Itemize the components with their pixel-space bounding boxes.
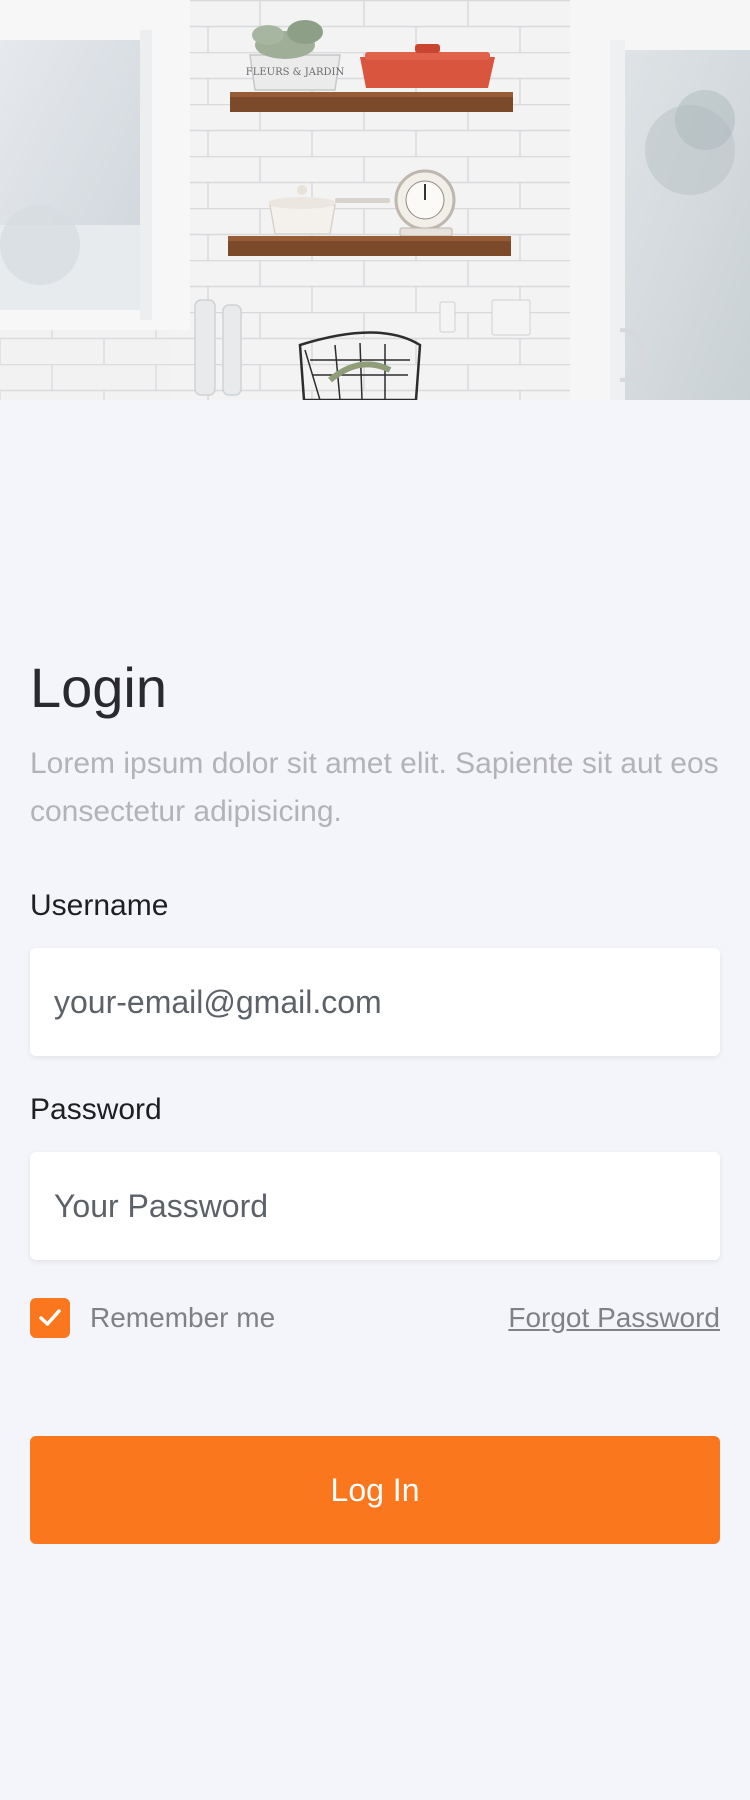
check-icon — [39, 1309, 61, 1326]
remember-label[interactable]: Remember me — [90, 1300, 275, 1336]
page-title: Login — [30, 656, 168, 719]
remember-checkbox[interactable] — [30, 1298, 70, 1338]
password-input[interactable] — [30, 1152, 720, 1260]
username-input[interactable] — [30, 948, 720, 1056]
password-label: Password — [30, 1093, 162, 1126]
page-subtitle: Lorem ipsum dolor sit amet elit. Sapient… — [30, 747, 719, 828]
login-form: Login Lorem ipsum dolor sit amet elit. S… — [30, 654, 720, 1544]
login-button[interactable]: Log In — [30, 1436, 720, 1544]
kitchen-shelves-illustration: FLEURS & JARDIN — [0, 0, 750, 400]
pot-label: FLEURS & JARDIN — [246, 67, 345, 78]
hero-image: FLEURS & JARDIN — [0, 0, 750, 400]
remember-row: Remember me Forgot Password — [30, 1298, 720, 1338]
forgot-password-link[interactable]: Forgot Password — [508, 1300, 720, 1336]
username-label: Username — [30, 889, 169, 922]
